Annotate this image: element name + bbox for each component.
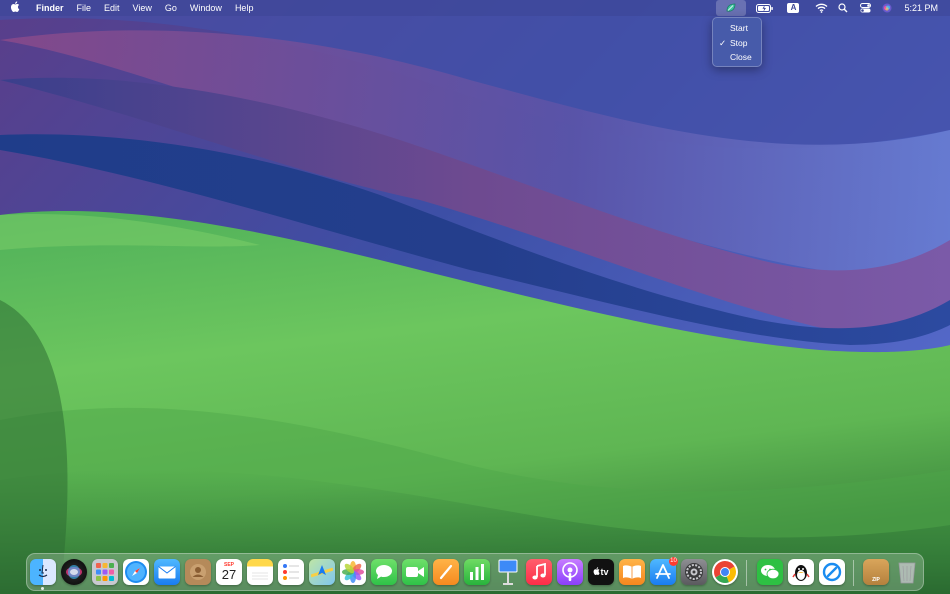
menu-file[interactable]: File xyxy=(70,0,98,16)
tv-label: tv xyxy=(600,567,609,577)
dock-system-settings-icon[interactable] xyxy=(681,559,707,585)
menu-item-start-label: Start xyxy=(730,23,748,33)
dock-pages-icon[interactable] xyxy=(433,559,459,585)
input-source-icon[interactable]: A xyxy=(782,0,804,16)
menu-go[interactable]: Go xyxy=(158,0,183,16)
archive-label: ZIP xyxy=(872,577,880,583)
dock-podcasts-icon[interactable] xyxy=(557,559,583,585)
appstore-badge: 10 xyxy=(669,557,678,566)
dock-photos-icon[interactable] xyxy=(340,559,366,585)
dock-launchpad-icon[interactable] xyxy=(92,559,118,585)
menu-item-close-label: Close xyxy=(730,52,752,62)
dock-reminders-icon[interactable] xyxy=(278,559,304,585)
dock-calendar-icon[interactable]: SEP 27 xyxy=(216,559,242,585)
dock-siri-icon[interactable] xyxy=(61,559,87,585)
finder-running-indicator xyxy=(41,587,44,590)
menu-bar: Finder File Edit View Go Window Help A 5… xyxy=(0,0,950,16)
dock-separator xyxy=(853,560,854,586)
dock-mail-icon[interactable] xyxy=(154,559,180,585)
battery-icon[interactable] xyxy=(754,0,776,16)
dock-separator xyxy=(746,560,747,586)
vpn-dropdown-menu: Start ✓ Stop Close xyxy=(712,17,762,67)
dock-keynote-icon[interactable] xyxy=(495,559,521,585)
dock-messages-icon[interactable] xyxy=(371,559,397,585)
wifi-icon[interactable] xyxy=(810,0,832,16)
dock-numbers-icon[interactable] xyxy=(464,559,490,585)
menu-view[interactable]: View xyxy=(126,0,158,16)
dock-safari-icon[interactable] xyxy=(123,559,149,585)
menu-item-close[interactable]: Close xyxy=(713,50,761,65)
dock-qq-icon[interactable] xyxy=(788,559,814,585)
menu-window[interactable]: Window xyxy=(183,0,228,16)
menu-item-stop[interactable]: ✓ Stop xyxy=(713,36,761,51)
dock-music-icon[interactable] xyxy=(526,559,552,585)
menu-edit[interactable]: Edit xyxy=(98,0,127,16)
checkmark-icon: ✓ xyxy=(719,37,727,48)
menu-item-stop-label: Stop xyxy=(730,37,748,48)
input-source-letter: A xyxy=(787,3,800,13)
menu-help[interactable]: Help xyxy=(228,0,260,16)
spotlight-search-icon[interactable] xyxy=(832,0,854,16)
dock-contacts-icon[interactable] xyxy=(185,559,211,585)
dock-wechat-icon[interactable] xyxy=(757,559,783,585)
tv-apple-icon xyxy=(593,567,601,577)
dock-tv-icon[interactable]: tv xyxy=(588,559,614,585)
menu-item-start[interactable]: Start xyxy=(713,21,761,36)
dock-archive-icon[interactable]: ZIP xyxy=(863,559,889,585)
control-center-icon[interactable] xyxy=(854,0,876,16)
dock-maps-icon[interactable] xyxy=(309,559,335,585)
vpn-app-icon[interactable] xyxy=(716,0,747,16)
apple-menu-icon[interactable] xyxy=(0,1,30,15)
desktop-wallpaper xyxy=(0,0,950,594)
menu-app-name[interactable]: Finder xyxy=(30,0,70,16)
dock-notes-icon[interactable] xyxy=(247,559,273,585)
dock-sync-app-icon[interactable] xyxy=(819,559,845,585)
calendar-day: 27 xyxy=(221,567,237,582)
menu-clock[interactable]: 5:21 PM xyxy=(898,0,950,16)
dock-chrome-icon[interactable] xyxy=(712,559,738,585)
dock: SEP 27 tv ZIP xyxy=(26,553,924,591)
siri-icon[interactable] xyxy=(876,0,898,16)
dock-trash-icon[interactable] xyxy=(894,559,920,585)
dock-facetime-icon[interactable] xyxy=(402,559,428,585)
dock-finder-icon[interactable] xyxy=(30,559,56,585)
dock-books-icon[interactable] xyxy=(619,559,645,585)
